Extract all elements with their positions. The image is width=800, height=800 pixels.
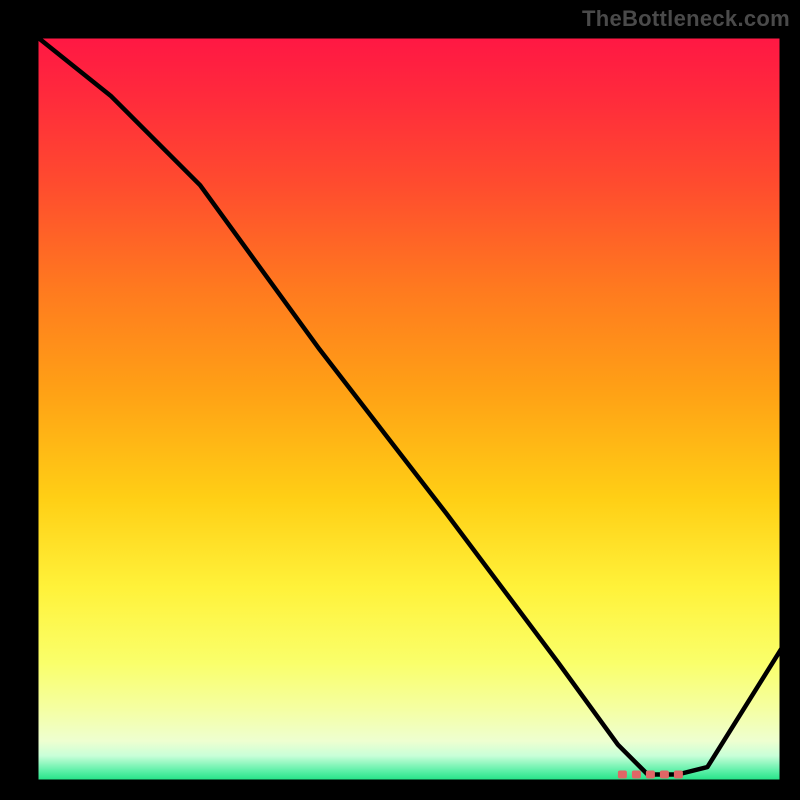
chart-root: TheBottleneck.com <box>0 0 800 800</box>
bottleneck-chart <box>0 0 800 800</box>
watermark-text: TheBottleneck.com <box>582 6 790 32</box>
marker-dash <box>632 771 641 779</box>
marker-dash <box>646 771 655 779</box>
marker-dash <box>660 771 669 779</box>
marker-dash <box>618 771 627 779</box>
plot-background <box>36 36 782 782</box>
marker-dash <box>674 771 683 779</box>
